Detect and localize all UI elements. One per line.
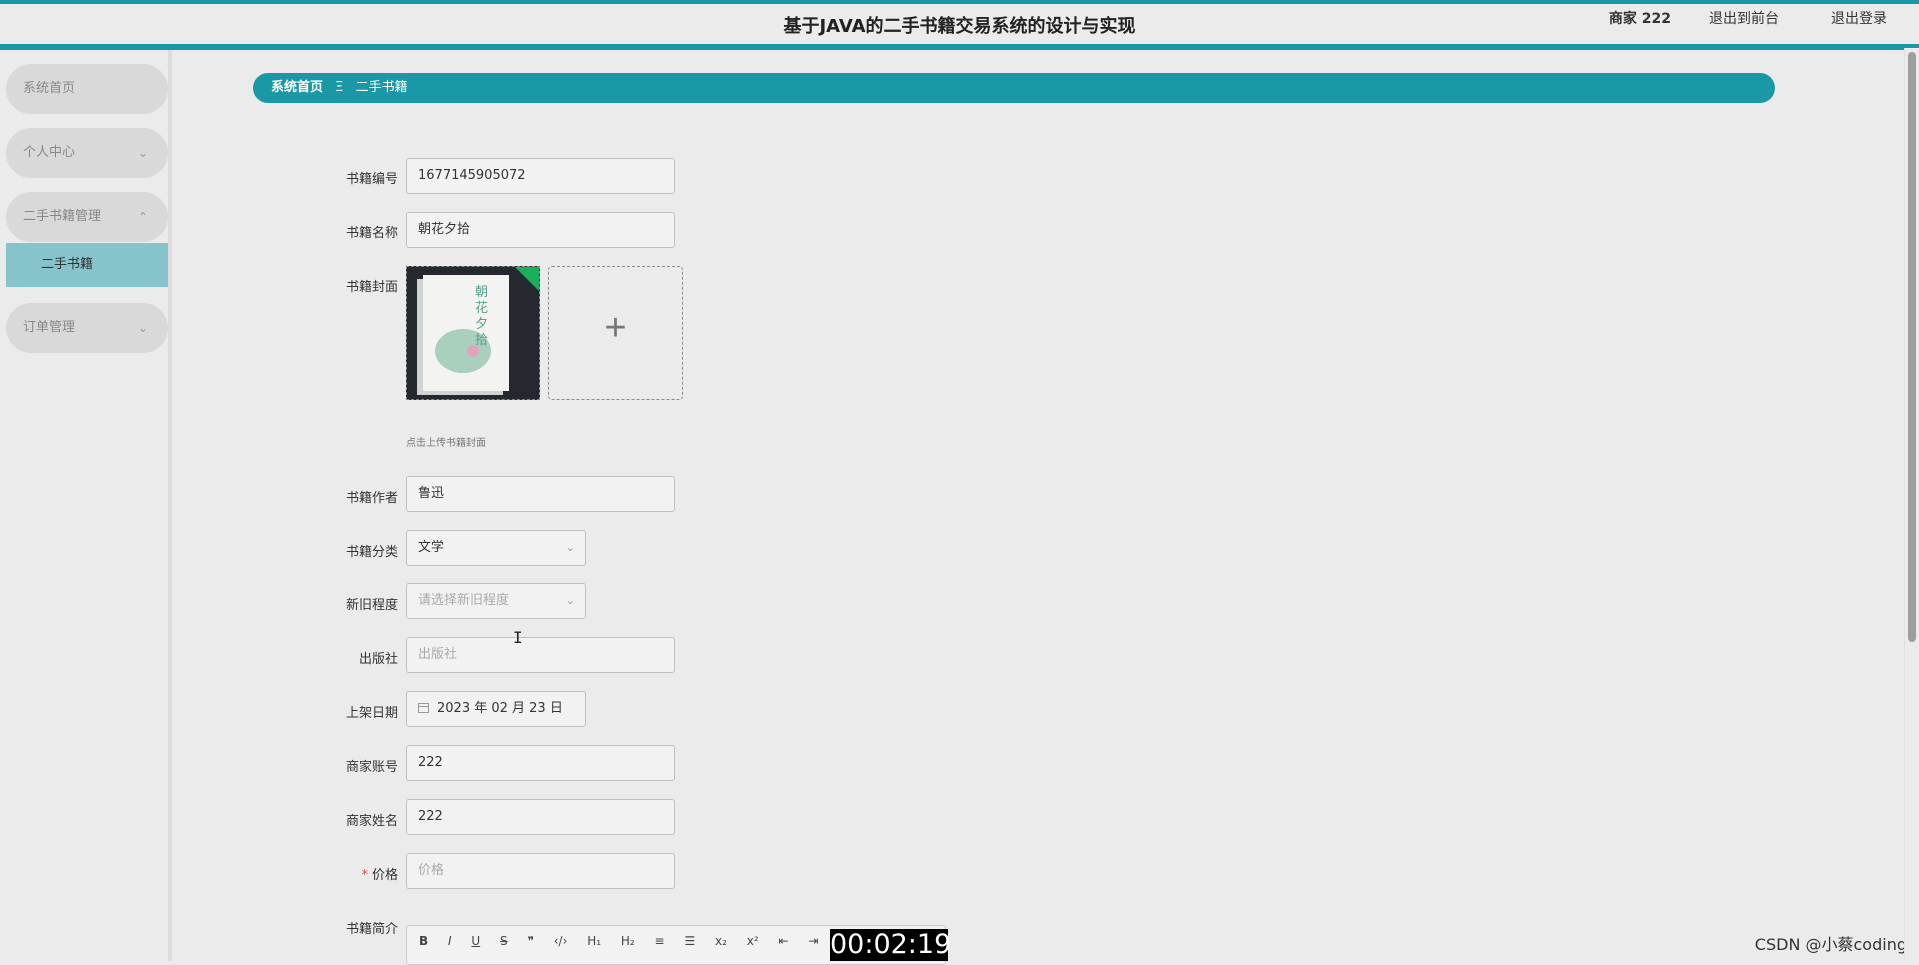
intro-label: 书籍简介: [345, 922, 398, 937]
condition-label: 新旧程度: [345, 598, 398, 613]
condition-placeholder: 请选择新旧程度: [418, 593, 510, 608]
sidebar-item-label: 个人中心: [23, 145, 76, 160]
book-no-label: 书籍编号: [345, 172, 398, 187]
calendar-icon: [418, 703, 429, 713]
bullet-list-icon[interactable]: ☰: [684, 934, 695, 948]
bold-icon[interactable]: B: [419, 934, 428, 948]
upload-cover-button[interactable]: +: [548, 266, 683, 400]
publisher-label: 出版社: [358, 652, 398, 667]
sidebar-item-home[interactable]: 系统首页: [6, 64, 168, 114]
condition-select[interactable]: 请选择新旧程度 ⌄: [406, 583, 586, 619]
shelf-date-label: 上架日期: [345, 706, 398, 721]
watermark: CSDN @小蔡coding: [1754, 935, 1907, 954]
strike-icon[interactable]: S: [500, 934, 508, 948]
seller-account-label: 商家账号: [345, 760, 398, 775]
sidebar-item-used-books[interactable]: 二手书籍: [6, 243, 168, 287]
book-cover-title: 朝花夕拾: [475, 285, 489, 348]
outdent-icon[interactable]: ⇤: [779, 934, 789, 948]
text-cursor-icon: I: [513, 628, 523, 647]
subscript-icon[interactable]: x₂: [715, 934, 727, 948]
plus-icon: +: [604, 307, 627, 349]
top-header: 基于JAVA的二手书籍交易系统的设计与实现 商家 222 退出到前台 退出登录: [0, 0, 1919, 50]
chevron-down-icon: ⌄: [137, 321, 148, 335]
category-label: 书籍分类: [345, 545, 398, 560]
code-icon[interactable]: ‹/›: [554, 934, 568, 948]
sidebar-item-label: 订单管理: [23, 320, 76, 335]
underline-icon[interactable]: U: [471, 934, 480, 948]
breadcrumb-separator-icon: Ξ: [335, 80, 344, 95]
sidebar-item-label: 二手书籍管理: [23, 209, 102, 224]
exit-to-front-link[interactable]: 退出到前台: [1709, 8, 1779, 28]
chevron-up-icon: ⌃: [137, 210, 148, 224]
seller-name-input[interactable]: 222: [406, 799, 675, 835]
category-select[interactable]: 文学 ⌄: [406, 530, 586, 566]
indent-icon[interactable]: ⇥: [808, 934, 818, 948]
chevron-down-icon: ⌄: [565, 594, 575, 607]
breadcrumb-current: 二手书籍: [355, 80, 408, 95]
shelf-date-picker[interactable]: 2023 年 02 月 23 日: [406, 691, 586, 727]
sidebar: 系统首页 个人中心 ⌄ 二手书籍管理 ⌃ 二手书籍 订单管理 ⌄: [0, 50, 172, 961]
price-label: * 价格: [361, 868, 398, 883]
logout-link[interactable]: 退出登录: [1831, 8, 1887, 28]
upload-hint: 点击上传书籍封面: [406, 438, 486, 449]
author-label: 书籍作者: [345, 491, 398, 506]
sidebar-item-order-management[interactable]: 订单管理 ⌄: [6, 303, 168, 353]
heading1-icon[interactable]: H₁: [587, 934, 601, 948]
chevron-down-icon: ⌄: [137, 146, 148, 160]
ordered-list-icon[interactable]: ≡: [655, 934, 665, 948]
publisher-input[interactable]: 出版社: [406, 637, 675, 673]
book-name-label: 书籍名称: [345, 226, 398, 241]
book-cover-image: 朝花夕拾: [423, 275, 509, 391]
author-input[interactable]: 鲁迅: [406, 476, 675, 512]
book-no-input[interactable]: 1677145905072: [406, 158, 675, 194]
chevron-down-icon: ⌄: [565, 541, 575, 554]
shelf-date-value: 2023 年 02 月 23 日: [437, 701, 563, 716]
seller-account-input[interactable]: 222: [406, 745, 675, 781]
scrollbar-thumb[interactable]: [1908, 52, 1916, 642]
superscript-icon[interactable]: x²: [747, 934, 759, 948]
breadcrumb-home[interactable]: 系统首页: [271, 80, 323, 95]
price-input[interactable]: 价格: [406, 853, 675, 889]
required-mark: *: [361, 868, 368, 883]
sidebar-item-book-management[interactable]: 二手书籍管理 ⌃: [6, 192, 168, 242]
sidebar-item-label: 二手书籍: [41, 257, 94, 272]
book-cover-label: 书籍封面: [345, 280, 398, 295]
recording-timer: 00:02:19: [830, 929, 952, 961]
sidebar-item-personal-center[interactable]: 个人中心 ⌄: [6, 128, 168, 178]
book-cover-thumbnail[interactable]: 朝花夕拾: [406, 266, 540, 400]
editor-toolbar: B I U S ❞ ‹/› H₁ H₂ ≡ ☰ x₂ x² ⇤ ⇥: [419, 934, 834, 948]
sidebar-item-label: 系统首页: [23, 81, 76, 96]
breadcrumb: 系统首页 Ξ 二手书籍: [253, 73, 1775, 103]
seller-name-label: 商家姓名: [345, 814, 398, 829]
heading2-icon[interactable]: H₂: [621, 934, 635, 948]
page-scrollbar[interactable]: [1904, 48, 1919, 961]
selected-corner-icon: [515, 267, 539, 291]
italic-icon[interactable]: I: [448, 934, 452, 948]
category-value: 文学: [418, 540, 445, 555]
quote-icon[interactable]: ❞: [527, 934, 533, 948]
current-user: 商家 222: [1608, 11, 1671, 27]
book-name-input[interactable]: 朝花夕拾: [406, 212, 675, 248]
